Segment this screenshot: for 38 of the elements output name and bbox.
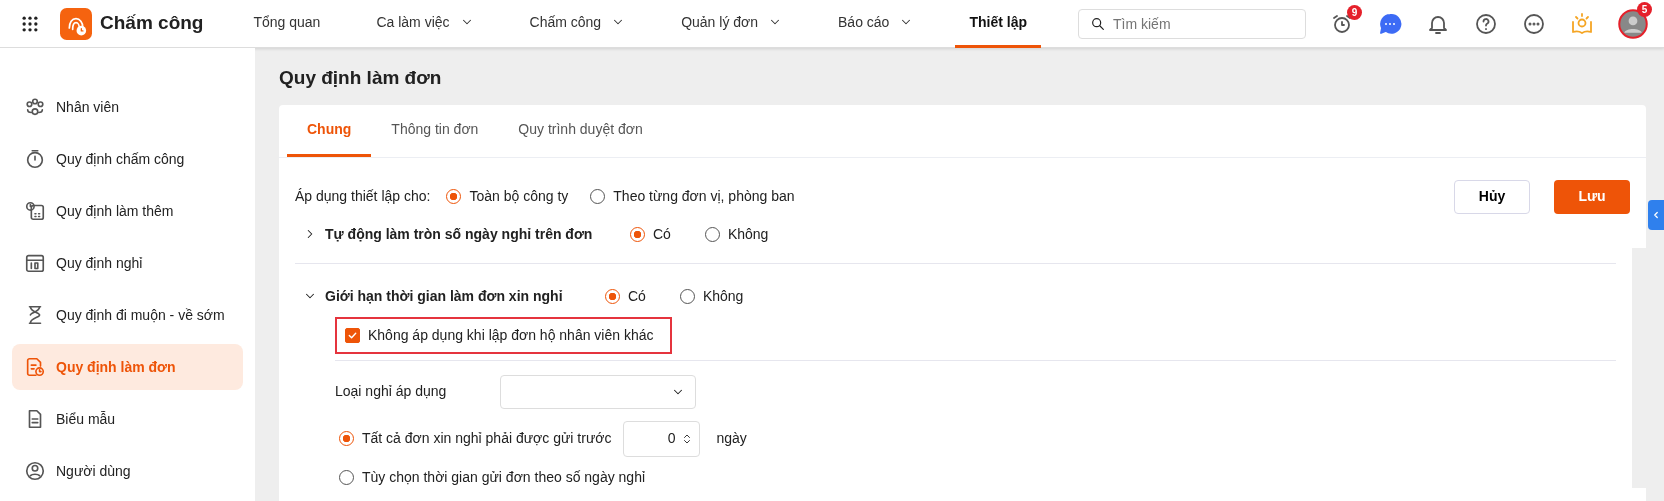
sidebar-item[interactable]: Người dùng xyxy=(12,448,243,494)
radio-option[interactable]: Không xyxy=(679,285,744,307)
nav-tab[interactable]: Chấm công xyxy=(515,0,640,48)
radio-option[interactable]: Theo từng đơn vị, phòng ban xyxy=(590,186,795,207)
search-field[interactable]: Tìm kiếm xyxy=(1078,8,1306,39)
save-button[interactable]: Lưu xyxy=(1554,179,1630,214)
tab[interactable]: Quy trình duyệt đơn xyxy=(498,104,663,157)
setting-label: Áp dụng thiết lập cho: xyxy=(295,187,431,206)
sidebar-item[interactable]: Quy định nghỉ xyxy=(12,240,243,286)
cancel-button[interactable]: Hủy xyxy=(1454,179,1530,214)
field-label: Loại nghỉ áp dụng xyxy=(335,382,448,401)
nav-tab[interactable]: Ca làm việc xyxy=(362,0,488,48)
tab[interactable]: Thông tin đơn xyxy=(371,104,499,157)
radio-option[interactable]: Có xyxy=(605,285,646,307)
nav-tab[interactable]: Tổng quan xyxy=(239,0,335,48)
nav-tab[interactable]: Quản lý đơn xyxy=(667,0,797,48)
nav-tab[interactable]: Thiết lập xyxy=(955,0,1041,48)
count-badge: 5 xyxy=(1637,1,1652,17)
radio-option[interactable]: Tất cả đơn xin nghỉ phải được gửi trước xyxy=(339,428,612,449)
nav-tab[interactable]: Báo cáo xyxy=(824,0,928,48)
sidebar-item[interactable]: Nhân viên xyxy=(12,84,243,130)
sidebar-item[interactable]: Biểu mẫu xyxy=(12,396,243,442)
section-title: Tự động làm tròn số ngày nghỉ trên đơn xyxy=(325,224,594,244)
radio-option[interactable]: Có xyxy=(630,223,671,245)
sidebar-item[interactable]: Quy định làm thêm xyxy=(12,188,243,234)
count-badge: 9 xyxy=(1347,4,1362,20)
tab[interactable]: Chung xyxy=(287,104,372,157)
app-title: Chấm công xyxy=(100,11,204,36)
radio-option[interactable]: Tùy chọn thời gian gửi đơn theo số ngày nghỉ xyxy=(339,466,646,488)
section-title: Giới hạn thời gian làm đơn xin nghỉ xyxy=(325,286,564,306)
radio-option[interactable]: Toàn bộ công ty xyxy=(446,186,569,207)
number-field[interactable]: 0 xyxy=(623,420,701,457)
radio-option[interactable]: Không xyxy=(704,223,769,245)
checkbox-label: Không áp dụng khi lập đơn hộ nhân viên khác xyxy=(368,325,654,345)
page-title: Quy định làm đơn xyxy=(279,66,443,90)
sidebar-item[interactable]: Quy định đi muộn - về sớm xyxy=(12,292,243,338)
unit-label: ngày xyxy=(716,429,747,448)
sidebar-item[interactable]: Quy định chấm công xyxy=(12,136,243,182)
